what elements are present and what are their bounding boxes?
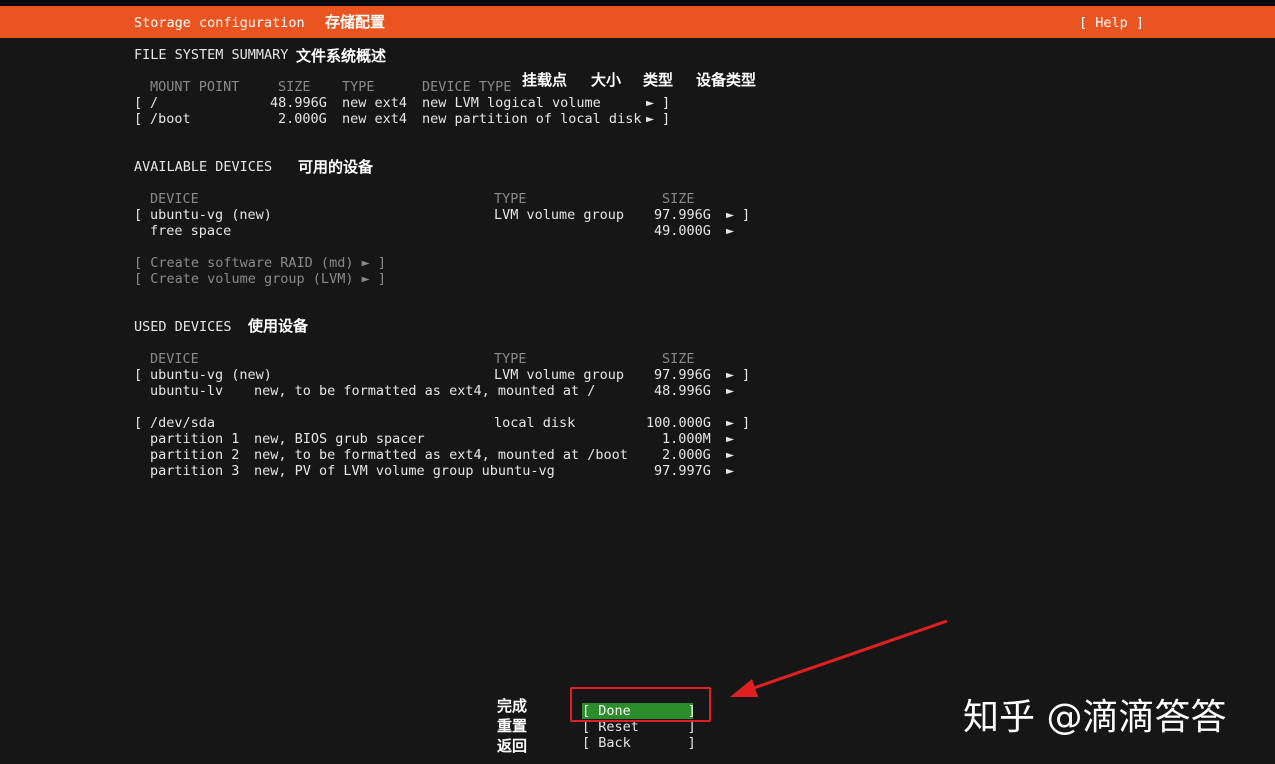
watermark: 知乎 @滴滴答答 — [963, 697, 1227, 738]
annotation-arrow-icon — [730, 619, 948, 697]
